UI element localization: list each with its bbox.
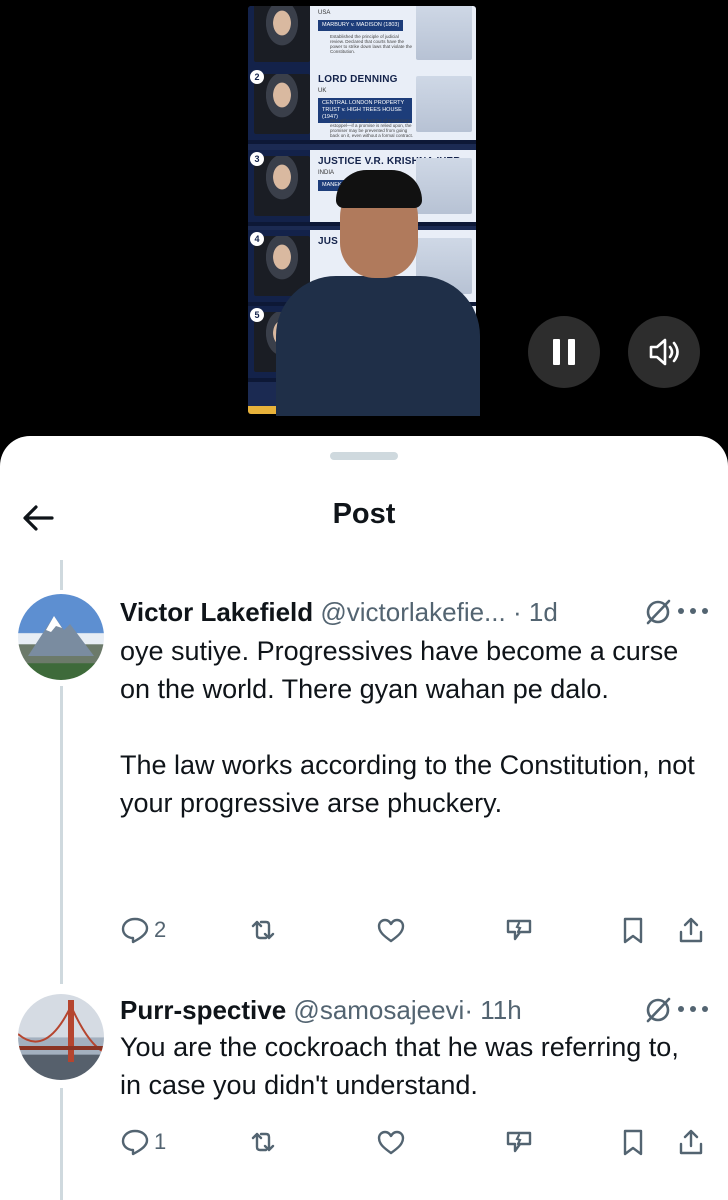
card-country: USA [318, 10, 331, 16]
repost-button[interactable] [248, 912, 278, 948]
reply-count: 2 [154, 917, 167, 942]
share-icon [679, 917, 703, 943]
display-name[interactable]: Purr-spective [120, 995, 286, 1025]
reply-count: 1 [154, 1129, 167, 1154]
card-number: 3 [250, 152, 264, 166]
post-sheet: Post Victor Lakefield @victorlakefie... … [0, 436, 728, 1200]
user-handle[interactable]: @victorlakefie... [320, 597, 505, 627]
reply-header: Purr-spective @samosajeevi· 11h [120, 994, 640, 1026]
heart-icon [377, 918, 405, 943]
more-options-icon[interactable] [678, 608, 708, 616]
reply-text: You are the cockroach that he was referr… [120, 1028, 700, 1104]
reply-paragraph: The law works according to the Constitut… [120, 750, 695, 818]
timestamp[interactable]: 1d [529, 597, 558, 627]
grok-icon[interactable] [644, 996, 672, 1024]
repost-button[interactable] [248, 1124, 278, 1160]
comment-icon [121, 1129, 149, 1156]
timestamp[interactable]: 11h [480, 995, 521, 1025]
repost-icon [251, 1132, 275, 1152]
presenter-hair [336, 170, 422, 208]
reply-header: Victor Lakefield @victorlakefie... · 1d [120, 596, 640, 628]
display-name[interactable]: Victor Lakefield [120, 597, 313, 627]
pause-icon [553, 339, 575, 365]
dislike-button[interactable] [504, 912, 534, 948]
share-icon [679, 1129, 703, 1155]
separator-dot: · [464, 995, 473, 1025]
action-bar: 2 [120, 912, 710, 948]
dislike-button[interactable] [504, 1124, 534, 1160]
volume-button[interactable] [628, 316, 700, 388]
like-button[interactable] [376, 1124, 406, 1160]
card-country: UK [318, 88, 327, 94]
speaker-icon [649, 338, 679, 366]
bookmark-button[interactable] [618, 912, 648, 948]
portrait-image [254, 6, 310, 62]
card-case: MARBURY v. MADISON (1803) [318, 20, 404, 31]
card-number: 4 [250, 232, 264, 246]
video-card-1: USA MARBURY v. MADISON (1803) Establishe… [248, 6, 476, 72]
card-desc: Established the principle of judicial re… [330, 34, 413, 54]
drag-handle[interactable] [330, 452, 398, 460]
bookmark-icon [623, 1129, 643, 1156]
bookmark-icon [623, 917, 643, 944]
share-button[interactable] [676, 912, 706, 948]
card-name: LORD DENNING [318, 74, 398, 85]
card-number: 5 [250, 308, 264, 322]
portrait-image [254, 74, 310, 134]
comment-icon [121, 917, 149, 944]
thread-line [60, 1088, 63, 1200]
reply-paragraph: oye sutiye. Progressives have become a c… [120, 636, 679, 704]
thread-line [60, 560, 63, 590]
video-card-2: 2 LORD DENNING UK CENTRAL LONDON PROPERT… [248, 68, 476, 144]
card-desc: Strengthened the doctrine of promissory … [330, 118, 414, 138]
like-button[interactable] [376, 912, 406, 948]
bookmark-button[interactable] [618, 1124, 648, 1160]
avatar[interactable] [18, 994, 104, 1080]
card-number: 2 [250, 70, 264, 84]
landmark-image [416, 76, 472, 132]
action-bar: 1 [120, 1124, 710, 1160]
more-options-icon[interactable] [678, 1006, 708, 1014]
reply-button[interactable]: 2 [120, 912, 166, 948]
share-button[interactable] [676, 1124, 706, 1160]
page-title: Post [332, 498, 396, 530]
broken-heart-icon [506, 1131, 532, 1153]
reply-paragraph: You are the cockroach that he was referr… [120, 1032, 679, 1100]
repost-icon [251, 920, 275, 940]
reply-button[interactable]: 1 [120, 1124, 166, 1160]
reply-text: oye sutiye. Progressives have become a c… [120, 632, 700, 822]
landmark-image [416, 6, 472, 60]
video-player[interactable]: USA MARBURY v. MADISON (1803) Establishe… [0, 0, 728, 470]
avatar[interactable] [18, 594, 104, 680]
presenter-body [276, 276, 480, 416]
user-handle[interactable]: @samosajeevi [293, 995, 464, 1025]
bridge-image [18, 1000, 104, 1062]
separator-dot: · [512, 597, 522, 627]
presenter-figure [276, 170, 480, 416]
grok-icon[interactable] [644, 598, 672, 626]
pause-button[interactable] [528, 316, 600, 388]
mountain-image [28, 616, 94, 656]
broken-heart-icon [506, 919, 532, 941]
thread-line [60, 686, 63, 984]
heart-icon [377, 1130, 405, 1155]
